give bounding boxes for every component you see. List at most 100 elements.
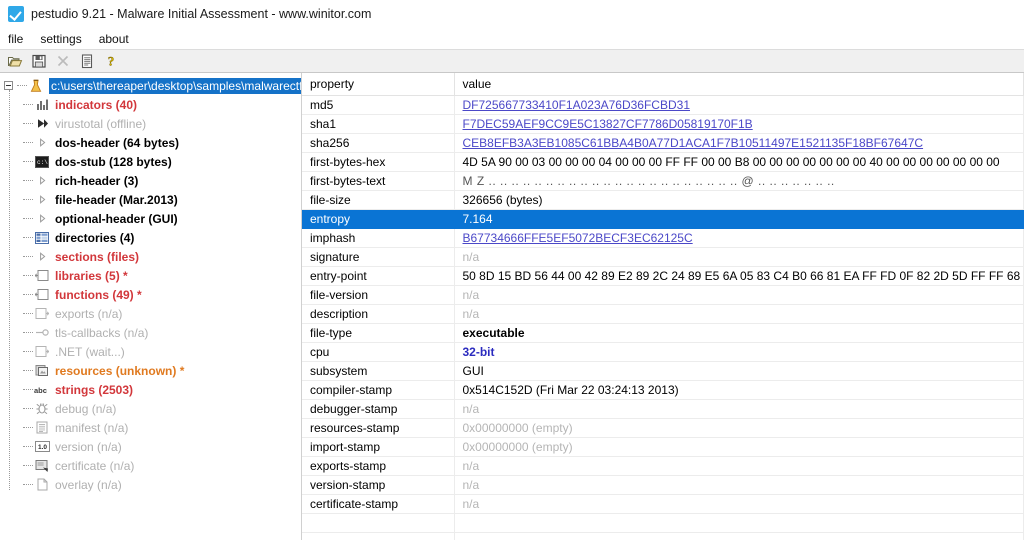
table-row[interactable]	[302, 532, 1024, 540]
pestudio-window: pestudio 9.21 - Malware Initial Assessme…	[0, 0, 1024, 540]
table-row[interactable]: cpu 32-bit	[302, 342, 1024, 362]
table-row[interactable]: entry-point 50 8D 15 BD 56 44 00 42 89 E2…	[302, 266, 1024, 286]
value-cell[interactable]: B67734666FFE5EF5072BECF3EC62125C	[454, 228, 1024, 248]
sidebar-item-optionalheader[interactable]: optional-header (GUI)	[0, 209, 301, 228]
sidebar-item-debug[interactable]: debug (n/a)	[0, 399, 301, 418]
value-hash-link[interactable]: DF725667733410F1A023A76D36FCBD31	[463, 98, 691, 112]
value-cell[interactable]: CEB8EFB3A3EB1085C61BBA4B0A77D1ACA1F7B105…	[454, 133, 1024, 153]
column-header-value[interactable]: value	[454, 73, 1024, 96]
value-cell: 0x514C152D (Fri Mar 22 03:24:13 2013)	[454, 380, 1024, 400]
value-cell: M Z .. .. .. .. .. .. .. .. .. .. .. .. …	[454, 171, 1024, 191]
table-row[interactable]: md5 DF725667733410F1A023A76D36FCBD31	[302, 95, 1024, 115]
sidebar-item-certificate[interactable]: certificate (n/a)	[0, 456, 301, 475]
expander-icon[interactable]	[34, 249, 50, 265]
sidebar-item-strings[interactable]: abc strings (2503)	[0, 380, 301, 399]
value-cell[interactable]: F7DEC59AEF9CC9E5C13827CF7786D05819170F1B	[454, 114, 1024, 134]
tree-line	[23, 465, 33, 466]
table-row[interactable]: file-version n/a	[302, 285, 1024, 305]
table-row[interactable]: subsystem GUI	[302, 361, 1024, 381]
sidebar-item-tlscallbacks[interactable]: tls-callbacks (n/a)	[0, 323, 301, 342]
help-button[interactable]: ?	[100, 51, 122, 71]
tree-line	[23, 446, 33, 447]
menu-item-file[interactable]: file	[8, 31, 32, 47]
value-text: n/a	[462, 249, 480, 264]
value-cell: 50 8D 15 BD 56 44 00 42 89 E2 89 2C 24 8…	[454, 266, 1024, 286]
table-row[interactable]: file-size 326656 (bytes)	[302, 190, 1024, 210]
table-row[interactable]: version-stamp n/a	[302, 475, 1024, 495]
property-cell: first-bytes-text	[302, 171, 455, 191]
sidebar-item-label: functions (49) *	[55, 287, 142, 302]
sidebar-item-fileheader[interactable]: file-header (Mar.2013)	[0, 190, 301, 209]
value-cell: executable	[454, 323, 1024, 343]
table-row[interactable]: sha256 CEB8EFB3A3EB1085C61BBA4B0A77D1ACA1…	[302, 133, 1024, 153]
table-row[interactable]: compiler-stamp 0x514C152D (Fri Mar 22 03:…	[302, 380, 1024, 400]
table-row[interactable]: import-stamp 0x00000000 (empty)	[302, 437, 1024, 457]
value-cell: n/a	[454, 247, 1024, 267]
value-hash-link[interactable]: F7DEC59AEF9CC9E5C13827CF7786D05819170F1B	[463, 117, 753, 131]
property-cell: exports-stamp	[302, 456, 455, 476]
table-row[interactable]: first-bytes-hex 4D 5A 90 00 03 00 00 00 0…	[302, 152, 1024, 172]
value-cell: 0x00000000 (empty)	[454, 437, 1024, 457]
sidebar-item-directories[interactable]: directories (4)	[0, 228, 301, 247]
tree-line	[23, 332, 33, 333]
sidebar-item-dosheader[interactable]: dos-header (64 bytes)	[0, 133, 301, 152]
copy-button[interactable]	[76, 51, 98, 71]
table-row[interactable]: imphash B67734666FFE5EF5072BECF3EC62125C	[302, 228, 1024, 248]
table-header-row: property value	[302, 73, 1024, 96]
table-row[interactable]: resources-stamp 0x00000000 (empty)	[302, 418, 1024, 438]
sidebar-item-resources[interactable]: resources (unknown) *	[0, 361, 301, 380]
value-text: 32-bit	[462, 344, 495, 359]
sidebar-item-version[interactable]: 1.0 version (n/a)	[0, 437, 301, 456]
property-cell: import-stamp	[302, 437, 455, 457]
sidebar-item-label: file-header (Mar.2013)	[55, 192, 178, 207]
sidebar-item-label: resources (unknown) *	[55, 363, 185, 378]
open-file-button[interactable]	[4, 51, 26, 71]
collapse-expander-icon[interactable]	[4, 81, 13, 90]
value-cell[interactable]: DF725667733410F1A023A76D36FCBD31	[454, 95, 1024, 115]
table-row[interactable]: first-bytes-text M Z .. .. .. .. .. .. ..…	[302, 171, 1024, 191]
sidebar-item-sections[interactable]: sections (files)	[0, 247, 301, 266]
value-hash-link[interactable]: B67734666FFE5EF5072BECF3EC62125C	[463, 231, 693, 245]
sidebar-item-label: sections (files)	[55, 249, 140, 264]
tree-root-item[interactable]: c:\users\thereaper\desktop\samples\malwa…	[0, 76, 301, 95]
column-header-property[interactable]: property	[302, 73, 455, 96]
expander-icon[interactable]	[34, 192, 50, 208]
value-hash-link[interactable]: CEB8EFB3A3EB1085C61BBA4B0A77D1ACA1F7B105…	[463, 136, 924, 150]
table-row[interactable]: description n/a	[302, 304, 1024, 324]
sidebar-item-label: libraries (5) *	[55, 268, 128, 283]
menu-item-about[interactable]: about	[99, 31, 138, 47]
table-row[interactable]	[302, 513, 1024, 533]
value-text: 326656 (bytes)	[462, 192, 543, 207]
expander-icon[interactable]	[34, 211, 50, 227]
expander-icon[interactable]	[34, 135, 50, 151]
table-row[interactable]: signature n/a	[302, 247, 1024, 267]
table-row[interactable]: sha1 F7DEC59AEF9CC9E5C13827CF7786D0581917…	[302, 114, 1024, 134]
sidebar-item-indicators[interactable]: indicators (40)	[0, 95, 301, 114]
property-cell: file-size	[302, 190, 455, 210]
certificate-icon	[34, 458, 50, 474]
save-button[interactable]	[28, 51, 50, 71]
svg-text:c:\.: c:\.	[37, 159, 49, 166]
expander-icon[interactable]	[34, 173, 50, 189]
sidebar-item-virustotal[interactable]: virustotal (offline)	[0, 114, 301, 133]
close-button[interactable]	[52, 51, 74, 71]
table-row[interactable]: entropy 7.164	[302, 209, 1024, 229]
tree-line	[23, 256, 33, 257]
sidebar-item-label: tls-callbacks (n/a)	[55, 325, 149, 340]
sidebar-item-exports[interactable]: exports (n/a)	[0, 304, 301, 323]
table-row[interactable]: debugger-stamp n/a	[302, 399, 1024, 419]
table-row[interactable]: exports-stamp n/a	[302, 456, 1024, 476]
table-row[interactable]: file-type executable	[302, 323, 1024, 343]
sidebar-item-functions[interactable]: functions (49) *	[0, 285, 301, 304]
sidebar-item-label: .NET (wait...)	[55, 344, 125, 359]
menu-item-settings[interactable]: settings	[40, 31, 90, 47]
sidebar-item-manifest[interactable]: manifest (n/a)	[0, 418, 301, 437]
sidebar-item-libraries[interactable]: libraries (5) *	[0, 266, 301, 285]
property-cell: resources-stamp	[302, 418, 455, 438]
tree-line	[23, 104, 33, 105]
sidebar-item-.net[interactable]: .NET (wait...)	[0, 342, 301, 361]
table-row[interactable]: certificate-stamp n/a	[302, 494, 1024, 514]
sidebar-item-dosstub[interactable]: c:\. dos-stub (128 bytes)	[0, 152, 301, 171]
sidebar-item-richheader[interactable]: rich-header (3)	[0, 171, 301, 190]
sidebar-item-overlay[interactable]: overlay (n/a)	[0, 475, 301, 494]
